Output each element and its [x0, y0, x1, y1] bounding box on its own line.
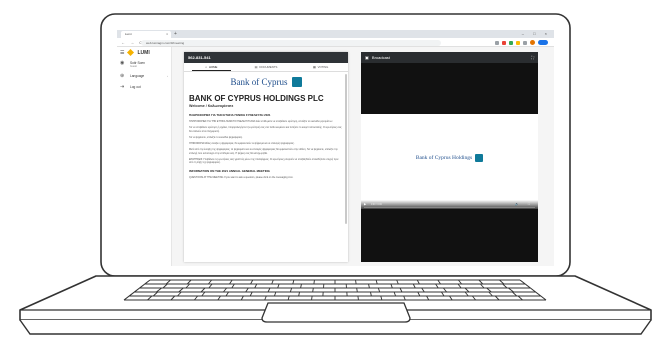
bank-badge-icon: [291, 77, 302, 87]
lumi-app: ☰ LUMI ◉ Sotir Soen Guest ⊕ Language › ⇥…: [117, 47, 554, 266]
tab-documents[interactable]: ▤ DOCUMENTS: [239, 63, 294, 71]
sidebar: ☰ LUMI ◉ Sotir Soen Guest ⊕ Language › ⇥…: [117, 47, 172, 266]
address-bar[interactable]: web.lumiagm.com/#/meeting: [141, 39, 441, 46]
meeting-tabs: ⌂ HOME ▤ DOCUMENTS ▦ VOTING: [184, 63, 348, 72]
paragraph: Για να υποβάλετε ερώτηση ή σχόλιο, πληκτ…: [189, 126, 342, 133]
menu-icon[interactable]: ☰: [120, 50, 124, 56]
chevron-right-icon: ›: [167, 74, 168, 78]
broadcast-icon: ▣: [365, 55, 369, 60]
sidebar-item-logout[interactable]: ⇥ Log out: [117, 82, 171, 93]
sidebar-item-user[interactable]: ◉ Sotir Soen Guest: [117, 58, 171, 71]
extension-icon[interactable]: [502, 40, 506, 45]
paragraph: ΠΛΗΡΟΦΟΡΙΕΣ ΓΙΑ ΤΗΝ ΕΤΗΣΙΑ ΓΕΝΙΚΗ ΣΥΝΕΛΕ…: [189, 120, 333, 123]
broadcast-header: ▣ Broadcast ⛶: [361, 52, 538, 63]
extension-icon[interactable]: [509, 40, 513, 45]
welcome-subtitle: Welcome / Καλωσορίσατε: [189, 104, 234, 108]
main-content: 562-831-541 ⌂ HOME ▤ DOCUMENTS ▦ VOTING: [172, 47, 554, 266]
keyboard-key-divider: [355, 279, 357, 285]
paragraph: QUESTIONS AT THE MEETING If you want to …: [189, 175, 294, 179]
browser-window: Lumi × + – □ × ← → C web.lumiagm.com/#/m…: [117, 30, 554, 266]
keyboard-key-divider: [313, 279, 315, 285]
video-time: 0:00 / 0:00: [371, 204, 382, 206]
lumi-logo-icon: [127, 48, 135, 57]
sidebar-item-sub: Guest: [130, 65, 137, 68]
voting-icon: ▦: [312, 65, 316, 69]
address-bar-row: ← → C web.lumiagm.com/#/meeting: [117, 38, 554, 47]
tab-voting[interactable]: ▦ VOTING: [293, 63, 348, 71]
paragraph: ΕΡΩΤΗΣΕΙΣ Υποβάλετε τις ερωτήσεις σας γρ…: [189, 158, 339, 165]
video-progress-bar[interactable]: [364, 207, 535, 208]
expand-icon[interactable]: ⛶: [531, 52, 534, 63]
keyboard-key-divider: [357, 295, 359, 301]
play-icon[interactable]: ▶: [364, 202, 366, 206]
profile-icon[interactable]: [530, 40, 535, 45]
extension-icon[interactable]: [523, 40, 527, 45]
bank-name: Bank of Cyprus: [230, 77, 288, 87]
documents-icon: ▤: [254, 65, 258, 69]
window-controls[interactable]: – □ ×: [522, 30, 551, 38]
bank-badge-icon: [475, 154, 484, 162]
lumi-logo-text: LUMI: [137, 49, 150, 56]
volume-fullscreen-icons[interactable]: 🔊 ⛶: [515, 202, 534, 206]
puzzle-icon[interactable]: [495, 40, 499, 45]
new-tab-button[interactable]: +: [174, 30, 177, 38]
broadcast-panel: ▣ Broadcast ⛶ Bank of Cyprus Holdings ▶ …: [361, 52, 538, 262]
paragraph: ΨΗΦΟΦΟΡΙΑ Μόλις ανοίξει η ψηφοφορία, θα …: [189, 142, 295, 146]
update-icon[interactable]: [538, 40, 548, 45]
paragraph: Για να ψηφίσετε, επιλέξτε το εικονίδιο ψ…: [189, 135, 243, 139]
paragraph: Μετά από την έναρξη της ψηφοφορίας, τα ψ…: [189, 148, 338, 155]
globe-icon: ⊕: [120, 73, 125, 79]
sidebar-item-language[interactable]: ⊕ Language ›: [117, 71, 171, 82]
welcome-document: BANK OF CYPRUS HOLDINGS PLC Welcome / Κα…: [184, 94, 348, 179]
tab-close-icon[interactable]: ×: [166, 31, 168, 38]
extension-icons: [495, 40, 548, 45]
tab-label: HOME: [208, 65, 218, 69]
meeting-panel: 562-831-541 ⌂ HOME ▤ DOCUMENTS ▦ VOTING: [184, 52, 348, 262]
bank-logo: Bank of Cyprus: [184, 72, 348, 92]
home-icon: ⌂: [205, 65, 207, 69]
company-title: BANK OF CYPRUS HOLDINGS PLC: [189, 94, 324, 103]
video-bank-name: Bank of Cyprus Holdings: [415, 155, 473, 161]
video-controls: ▶ 0:00 / 0:00 🔊 ⛶: [361, 200, 538, 209]
browser-tab[interactable]: Lumi ×: [121, 31, 171, 38]
tab-home[interactable]: ⌂ HOME: [184, 63, 239, 71]
brand-bar: ☰ LUMI: [117, 47, 171, 58]
tab-title: Lumi: [125, 32, 132, 36]
section-heading: ΠΛΗΡΟΦΟΡΙΕΣ ΓΙΑ ΤΗΝ ΕΤΗΣΙΑ ΓΕΝΙΚΗ ΣΥΝΕΛΕ…: [189, 113, 271, 117]
sidebar-item-label: Language: [130, 74, 145, 78]
broadcast-title: Broadcast: [371, 55, 390, 60]
meeting-id-header: 562-831-541: [184, 52, 348, 63]
tab-label: VOTING: [317, 65, 329, 69]
star-icon[interactable]: [516, 40, 520, 45]
scrollbar[interactable]: [345, 74, 347, 224]
laptop-mockup: Lumi × + – □ × ← → C web.lumiagm.com/#/m…: [0, 0, 671, 342]
section-heading: INFORMATION ON THE 2021 ANNUAL GENERAL M…: [189, 168, 270, 173]
tab-bar: Lumi × + – □ ×: [117, 30, 554, 38]
user-icon: ◉: [120, 60, 125, 66]
sidebar-item-label: Log out: [130, 85, 141, 89]
keyboard-key-divider: [311, 295, 313, 301]
tab-label: DOCUMENTS: [259, 65, 278, 69]
logout-icon: ⇥: [120, 84, 125, 90]
video-logo: Bank of Cyprus Holdings: [361, 154, 538, 162]
video-player[interactable]: Bank of Cyprus Holdings ▶ 0:00 / 0:00 🔊 …: [361, 114, 538, 209]
